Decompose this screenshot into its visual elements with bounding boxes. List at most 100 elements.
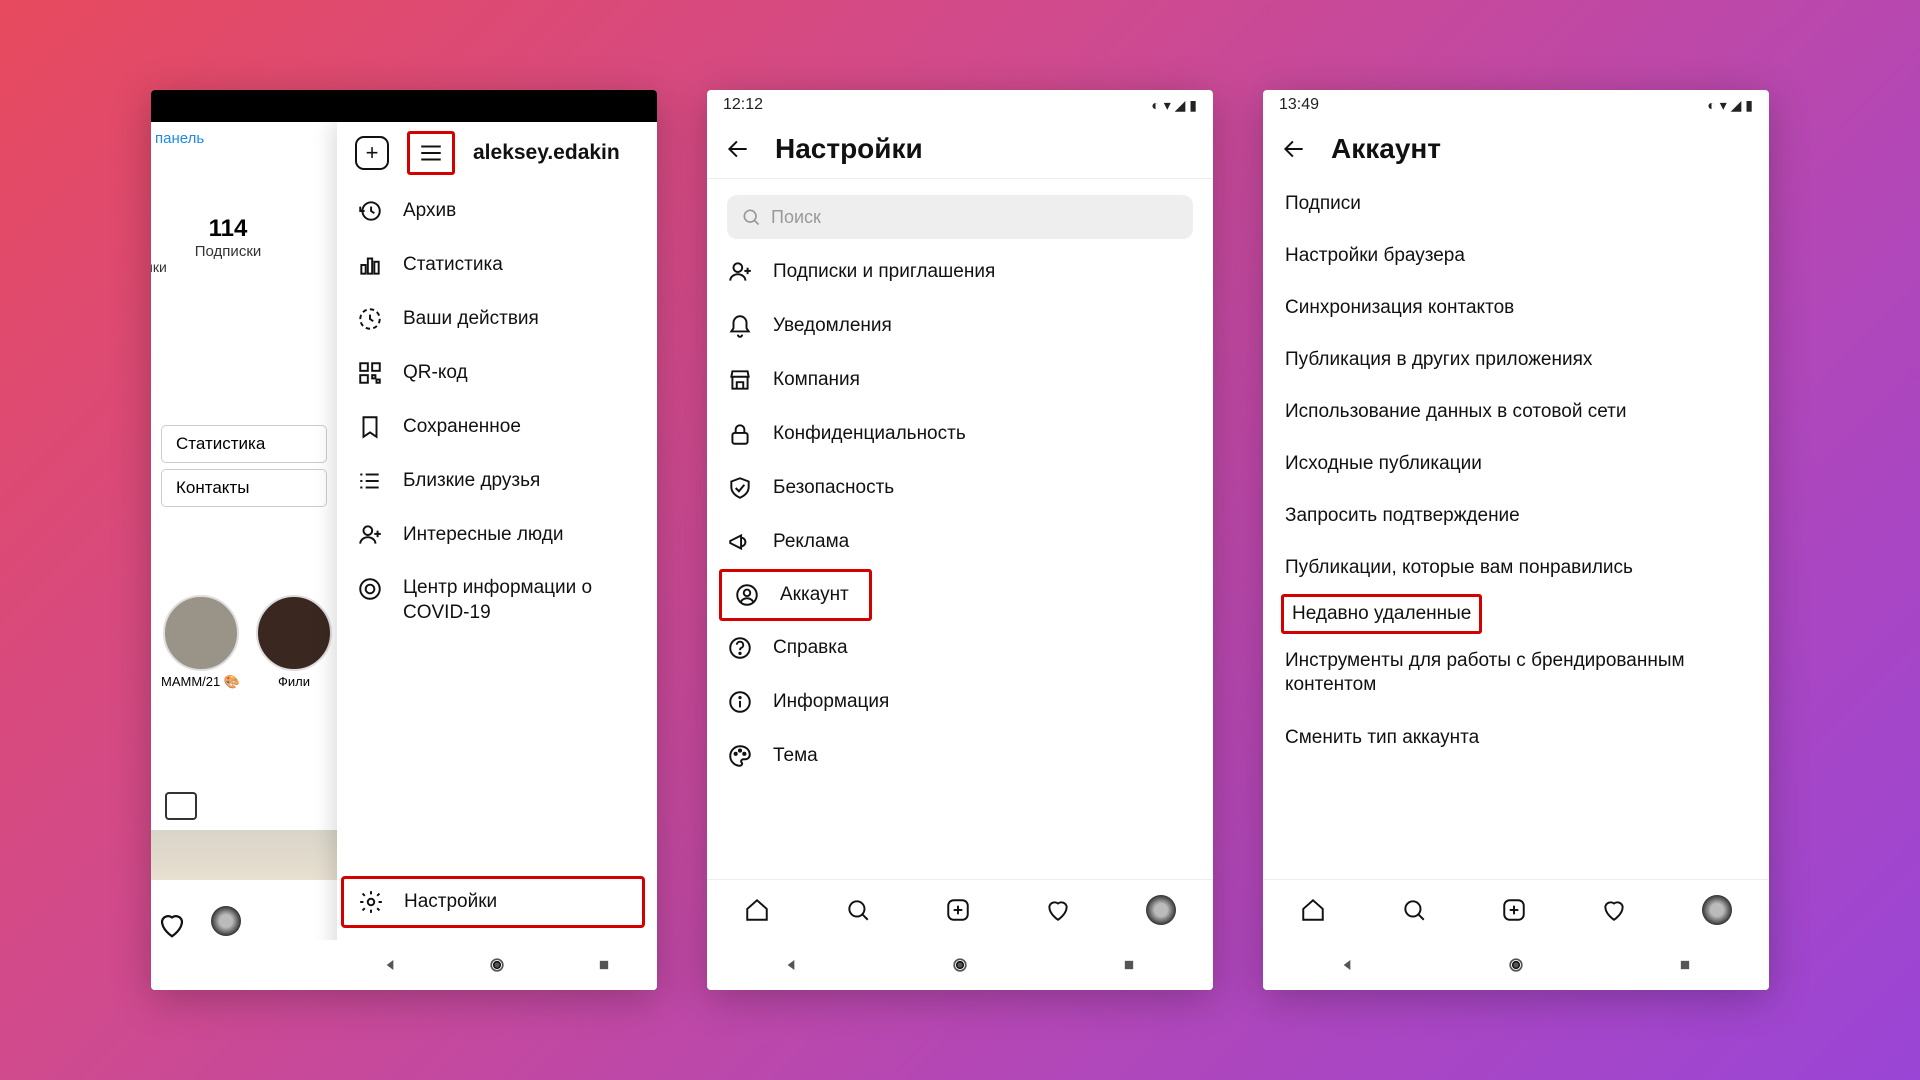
nav-back-icon[interactable] (1334, 955, 1360, 975)
hamburger-highlight (407, 131, 455, 175)
item-contacts-sync[interactable]: Синхронизация контактов (1263, 282, 1769, 334)
phone-account: 13:49 ◐ ▾ ◢ ▮ Аккаунт Подписи Настройки … (1263, 90, 1769, 990)
tab-search-icon[interactable] (845, 897, 871, 923)
status-time: 13:49 (1279, 96, 1319, 114)
person-add-icon (357, 522, 383, 548)
item-notifications[interactable]: Уведомления (707, 299, 1213, 353)
store-icon (727, 367, 753, 393)
item-original[interactable]: Исходные публикации (1263, 438, 1769, 490)
shield-icon (727, 475, 753, 501)
item-about[interactable]: Информация (707, 675, 1213, 729)
menu-qr[interactable]: QR-код (337, 346, 657, 400)
back-arrow-icon[interactable] (1281, 136, 1307, 162)
item-branded[interactable]: Инструменты для работы с брендированным … (1263, 634, 1769, 712)
item-security[interactable]: Безопасность (707, 461, 1213, 515)
story-2[interactable] (256, 595, 332, 671)
palette-icon (727, 743, 753, 769)
tab-add-icon[interactable] (1501, 897, 1527, 923)
android-navbar (337, 940, 657, 990)
account-title: Аккаунт (1331, 133, 1441, 165)
android-navbar (1263, 940, 1769, 990)
account-items: Подписи Настройки браузера Синхронизация… (1263, 178, 1769, 879)
item-switch-type[interactable]: Сменить тип аккаунта (1263, 712, 1769, 764)
menu-close-friends[interactable]: Близкие друзья (337, 454, 657, 508)
item-browser[interactable]: Настройки браузера (1263, 230, 1769, 282)
item-share-other[interactable]: Публикация в других приложениях (1263, 334, 1769, 386)
nav-back-icon[interactable] (377, 955, 403, 975)
tab-bar (707, 879, 1213, 940)
nav-home-icon[interactable] (947, 955, 973, 975)
help-icon (727, 635, 753, 661)
item-theme[interactable]: Тема (707, 729, 1213, 783)
tab-activity-icon[interactable] (1045, 897, 1071, 923)
menu-discover[interactable]: Интересные люди (337, 508, 657, 562)
back-arrow-icon[interactable] (725, 136, 751, 162)
person-add-icon (727, 259, 753, 285)
menu-stats[interactable]: Статистика (337, 238, 657, 292)
megaphone-icon (727, 529, 753, 555)
item-ads[interactable]: Реклама (707, 515, 1213, 569)
add-post-button[interactable]: + (355, 136, 389, 170)
tab-avatar[interactable] (1146, 895, 1176, 925)
nav-recent-icon[interactable] (1116, 955, 1142, 975)
account-icon (734, 582, 760, 608)
account-header: Аккаунт (1263, 120, 1769, 178)
following-count: 114 (195, 215, 262, 243)
tab-search-icon[interactable] (1401, 897, 1427, 923)
stats-button[interactable]: Статистика (161, 425, 327, 463)
username: aleksey.edakin (473, 141, 620, 165)
item-follow-invite[interactable]: Подписки и приглашения (707, 245, 1213, 299)
search-placeholder: Поиск (771, 207, 821, 228)
nav-home-icon[interactable] (484, 955, 510, 975)
nav-home-icon[interactable] (1503, 955, 1529, 975)
menu-archive[interactable]: Архив (337, 184, 657, 238)
phone-profile-drawer: панель ики 114 Подписки Статистика Конта… (151, 90, 657, 990)
lock-icon (727, 421, 753, 447)
item-liked[interactable]: Публикации, которые вам понравились (1263, 542, 1769, 594)
android-navbar (707, 940, 1213, 990)
tab-add-icon[interactable] (945, 897, 971, 923)
tab-home-icon[interactable] (1300, 897, 1326, 923)
contacts-button[interactable]: Контакты (161, 469, 327, 507)
feed-thumb (151, 830, 337, 880)
nav-recent-icon[interactable] (1672, 955, 1698, 975)
menu-saved[interactable]: Сохраненное (337, 400, 657, 454)
menu-covid[interactable]: Центр информации о COVID-19 (337, 562, 657, 639)
item-recently-deleted[interactable]: Недавно удаленные (1292, 603, 1471, 624)
following-label: Подписки (195, 243, 262, 260)
bell-icon (727, 313, 753, 339)
nav-recent-icon[interactable] (591, 955, 617, 975)
history-icon (357, 306, 383, 332)
panel-link[interactable]: панель (151, 122, 337, 155)
status-bar: 12:12 ◐ ▾ ◢ ▮ (707, 90, 1213, 120)
status-icons: ◐ ▾ ◢ ▮ (1707, 97, 1753, 114)
status-icons: ◐ ▾ ◢ ▮ (1151, 97, 1197, 114)
item-verify[interactable]: Запросить подтверждение (1263, 490, 1769, 542)
heart-icon[interactable] (157, 910, 187, 940)
settings-highlight: Настройки (341, 876, 645, 928)
info-circle-icon (357, 576, 383, 602)
qr-icon (357, 360, 383, 386)
status-time: 12:12 (723, 96, 763, 114)
profile-partial: панель ики 114 Подписки Статистика Конта… (151, 122, 337, 990)
search-input[interactable]: Поиск (727, 195, 1193, 239)
item-captions[interactable]: Подписи (1263, 178, 1769, 230)
item-account[interactable]: Аккаунт (722, 572, 861, 618)
tagged-tab-icon[interactable] (165, 792, 197, 820)
hamburger-icon[interactable] (418, 140, 444, 166)
story-1[interactable] (163, 595, 239, 671)
gear-icon (358, 889, 384, 915)
nav-back-icon[interactable] (778, 955, 804, 975)
search-icon (741, 207, 761, 227)
item-privacy[interactable]: Конфиденциальность (707, 407, 1213, 461)
menu-settings[interactable]: Настройки (344, 879, 642, 925)
item-help[interactable]: Справка (707, 621, 1213, 675)
menu-activity[interactable]: Ваши действия (337, 292, 657, 346)
tab-avatar[interactable] (1702, 895, 1732, 925)
tab-activity-icon[interactable] (1601, 897, 1627, 923)
hamburger-drawer: + aleksey.edakin Архив Статистика Ваши д… (337, 122, 657, 990)
item-business[interactable]: Компания (707, 353, 1213, 407)
item-cellular[interactable]: Использование данных в сотовой сети (1263, 386, 1769, 438)
avatar[interactable] (211, 906, 241, 936)
tab-home-icon[interactable] (744, 897, 770, 923)
